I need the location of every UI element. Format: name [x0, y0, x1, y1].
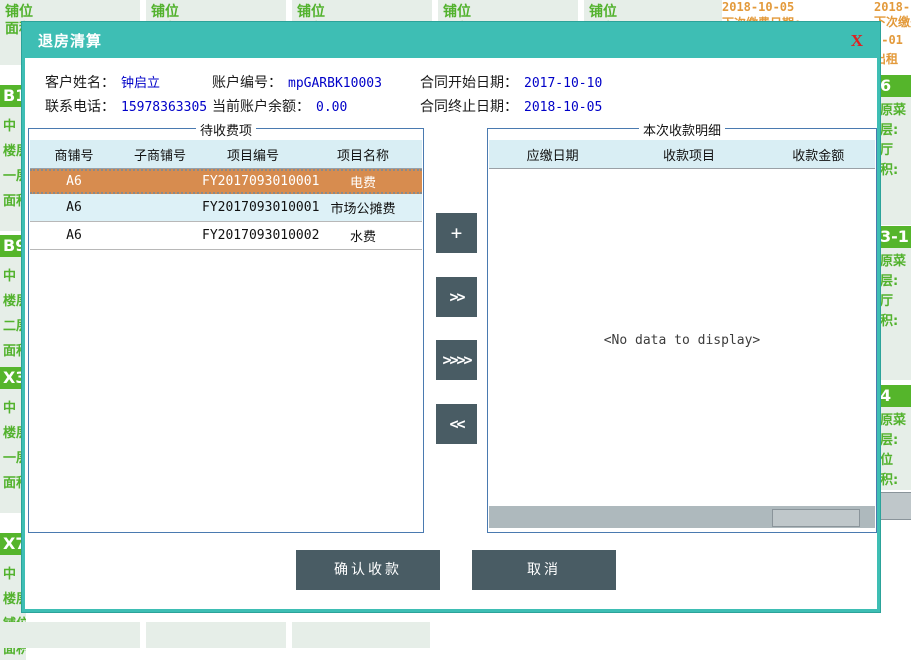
pending-charges-table: 商铺号 子商铺号 项目编号 项目名称 A6 FY2017093010001 电费…: [30, 140, 422, 250]
pending-charges-panel: 待收费项 商铺号 子商铺号 项目编号 项目名称 A6 FY20170930100…: [28, 128, 424, 533]
customer-name-value: 钟启立: [121, 76, 160, 91]
column-header-due-date: 应缴日期: [489, 145, 616, 164]
contract-start-value: 2017-10-10: [524, 76, 602, 91]
column-header-subshop: 子商铺号: [118, 145, 202, 164]
shop-card: [0, 622, 140, 648]
balance-label: 当前账户余额：: [212, 99, 310, 115]
add-button[interactable]: +: [436, 213, 477, 253]
shop-card[interactable]: 3-1 原菜 层: 厅 积:: [877, 226, 911, 380]
shop-card-title: 6: [877, 75, 911, 97]
dialog-titlebar: 退房清算 X: [25, 25, 877, 58]
column-header-item: 收款项目: [616, 145, 761, 164]
balance-value: 0.00: [316, 100, 347, 115]
scrollbar-thumb[interactable]: [772, 509, 860, 527]
close-icon[interactable]: X: [851, 31, 863, 51]
customer-name-label: 客户姓名：: [45, 75, 115, 91]
receipt-detail-legend: 本次收款明细: [639, 120, 725, 139]
shop-card: [146, 622, 286, 648]
receipt-detail-panel: 本次收款明细 应缴日期 收款项目 收款金额 <No data to displa…: [487, 128, 877, 533]
table-row[interactable]: A6 FY2017093010002 水费: [30, 222, 422, 250]
move-left-icon[interactable]: <<: [436, 404, 477, 444]
contract-end-value: 2018-10-05: [524, 100, 602, 115]
confirm-payment-button[interactable]: 确认收款: [296, 550, 440, 590]
account-number-value: mpGARBK10003: [288, 76, 382, 91]
table-row-selected[interactable]: A6 FY2017093010001 电费: [30, 169, 422, 194]
table-row[interactable]: A6 FY2017093010001 市场公摊费: [30, 194, 422, 222]
pending-charges-legend: 待收费项: [196, 120, 256, 139]
cancel-button[interactable]: 取消: [472, 550, 616, 590]
move-right-icon[interactable]: >>: [436, 277, 477, 317]
background-scrollbar-thumb[interactable]: [878, 492, 911, 520]
empty-state-text: <No data to display>: [488, 333, 876, 348]
shop-card-title: 4: [877, 385, 911, 407]
column-header-shop: 商铺号: [30, 145, 118, 164]
column-header-code: 项目编号: [202, 145, 304, 164]
account-number-label: 账户编号：: [212, 75, 282, 91]
receipt-detail-table: 应缴日期 收款项目 收款金额: [489, 140, 875, 169]
table-header-row: 应缴日期 收款项目 收款金额: [489, 140, 875, 169]
dialog-title: 退房清算: [38, 25, 102, 58]
phone-label: 联系电话：: [45, 99, 115, 115]
shop-card: [292, 622, 430, 648]
shop-card[interactable]: 6 原菜 层: 厅 积:: [877, 75, 911, 225]
checkout-settlement-dialog: 退房清算 X 客户姓名： 钟启立 账户编号： mpGARBK10003 合同开始日期…: [22, 22, 880, 612]
move-all-right-icon[interactable]: >>>>: [436, 340, 477, 380]
app-screen: 铺位 面租15.00 铺位 面租15.00 铺位 面租15.00 铺位 面租15…: [0, 0, 911, 660]
table-header-row: 商铺号 子商铺号 项目编号 项目名称: [30, 140, 422, 169]
column-header-name: 项目名称: [304, 145, 422, 164]
next-payment-date: 2018-10-05: [722, 0, 866, 14]
column-header-amount: 收款金额: [762, 145, 875, 164]
contract-end-label: 合同终止日期：: [420, 99, 518, 115]
shop-card-title: 3-1: [877, 226, 911, 248]
contract-start-label: 合同开始日期：: [420, 75, 518, 91]
phone-value: 15978363305: [121, 100, 207, 115]
horizontal-scrollbar[interactable]: [489, 506, 875, 528]
shop-card[interactable]: 4 原菜 层: 位 积:: [877, 385, 911, 490]
